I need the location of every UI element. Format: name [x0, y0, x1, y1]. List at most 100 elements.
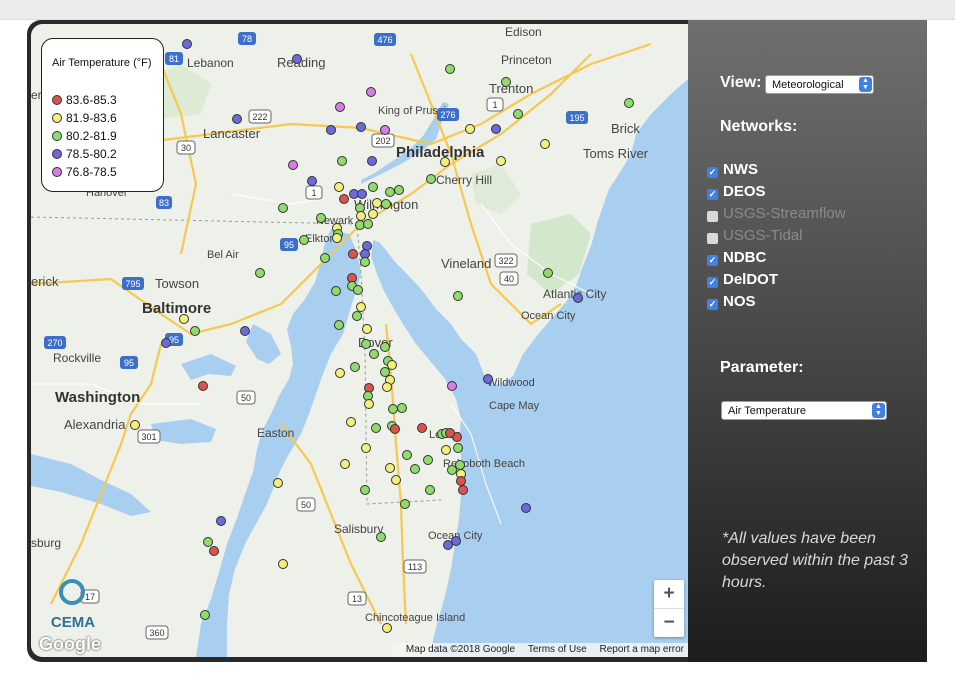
- station-marker[interactable]: [334, 182, 344, 192]
- station-marker[interactable]: [367, 156, 377, 166]
- station-marker[interactable]: [441, 445, 451, 455]
- network-checkbox-ndbc[interactable]: ✓ NDBC: [707, 249, 766, 267]
- station-marker[interactable]: [337, 156, 347, 166]
- station-marker[interactable]: [380, 367, 390, 377]
- station-marker[interactable]: [453, 443, 463, 453]
- station-marker[interactable]: [334, 320, 344, 330]
- station-marker[interactable]: [397, 403, 407, 413]
- station-marker[interactable]: [363, 219, 373, 229]
- station-marker[interactable]: [369, 349, 379, 359]
- station-marker[interactable]: [340, 459, 350, 469]
- station-marker[interactable]: [335, 102, 345, 112]
- station-marker[interactable]: [540, 139, 550, 149]
- station-marker[interactable]: [339, 194, 349, 204]
- station-marker[interactable]: [394, 185, 404, 195]
- station-marker[interactable]: [423, 455, 433, 465]
- station-marker[interactable]: [440, 157, 450, 167]
- network-checkbox-nos[interactable]: ✓ NOS: [707, 293, 756, 311]
- station-marker[interactable]: [455, 460, 465, 470]
- station-marker[interactable]: [200, 610, 210, 620]
- station-marker[interactable]: [624, 98, 634, 108]
- station-marker[interactable]: [496, 156, 506, 166]
- station-marker[interactable]: [443, 540, 453, 550]
- station-marker[interactable]: [372, 198, 382, 208]
- station-marker[interactable]: [521, 503, 531, 513]
- station-marker[interactable]: [445, 64, 455, 74]
- station-marker[interactable]: [445, 428, 455, 438]
- station-marker[interactable]: [360, 257, 370, 267]
- station-marker[interactable]: [331, 286, 341, 296]
- station-marker[interactable]: [360, 485, 370, 495]
- station-marker[interactable]: [353, 285, 363, 295]
- station-marker[interactable]: [371, 423, 381, 433]
- station-marker[interactable]: [362, 324, 372, 334]
- station-marker[interactable]: [161, 338, 171, 348]
- station-marker[interactable]: [346, 417, 356, 427]
- station-marker[interactable]: [361, 339, 371, 349]
- station-marker[interactable]: [356, 122, 366, 132]
- station-marker[interactable]: [326, 125, 336, 135]
- station-marker[interactable]: [380, 342, 390, 352]
- station-marker[interactable]: [232, 114, 242, 124]
- station-marker[interactable]: [320, 253, 330, 263]
- station-marker[interactable]: [299, 235, 309, 245]
- station-marker[interactable]: [356, 302, 366, 312]
- station-marker[interactable]: [368, 182, 378, 192]
- network-checkbox-nws[interactable]: ✓ NWS: [707, 161, 758, 179]
- station-marker[interactable]: [357, 189, 367, 199]
- station-marker[interactable]: [335, 368, 345, 378]
- station-marker[interactable]: [447, 465, 457, 475]
- station-marker[interactable]: [356, 211, 366, 221]
- report-map-error-link[interactable]: Report a map error: [600, 644, 684, 655]
- station-marker[interactable]: [382, 382, 392, 392]
- station-marker[interactable]: [465, 124, 475, 134]
- station-marker[interactable]: [381, 199, 391, 209]
- station-marker[interactable]: [364, 399, 374, 409]
- station-marker[interactable]: [307, 176, 317, 186]
- station-marker[interactable]: [501, 77, 511, 87]
- station-marker[interactable]: [182, 39, 192, 49]
- station-marker[interactable]: [190, 326, 200, 336]
- station-marker[interactable]: [288, 160, 298, 170]
- station-marker[interactable]: [316, 213, 326, 223]
- station-marker[interactable]: [203, 537, 213, 547]
- station-marker[interactable]: [382, 623, 392, 633]
- station-marker[interactable]: [425, 485, 435, 495]
- station-marker[interactable]: [216, 516, 226, 526]
- network-checkbox-deos[interactable]: ✓ DEOS: [707, 183, 766, 201]
- station-marker[interactable]: [387, 360, 397, 370]
- station-marker[interactable]: [350, 362, 360, 372]
- station-marker[interactable]: [273, 478, 283, 488]
- station-marker[interactable]: [198, 381, 208, 391]
- station-marker[interactable]: [402, 450, 412, 460]
- station-marker[interactable]: [385, 463, 395, 473]
- station-marker[interactable]: [391, 475, 401, 485]
- station-marker[interactable]: [380, 125, 390, 135]
- station-marker[interactable]: [426, 174, 436, 184]
- station-marker[interactable]: [543, 268, 553, 278]
- zoom-in-button[interactable]: +: [654, 580, 684, 608]
- station-marker[interactable]: [513, 109, 523, 119]
- station-marker[interactable]: [348, 249, 358, 259]
- station-marker[interactable]: [255, 268, 265, 278]
- station-marker[interactable]: [390, 424, 400, 434]
- station-marker[interactable]: [456, 476, 466, 486]
- station-marker[interactable]: [453, 291, 463, 301]
- station-marker[interactable]: [376, 532, 386, 542]
- station-marker[interactable]: [368, 209, 378, 219]
- station-marker[interactable]: [366, 87, 376, 97]
- network-checkbox-usgs-streamflow[interactable]: ✓USGS-Streamflow: [707, 205, 846, 223]
- terms-of-use-link[interactable]: Terms of Use: [528, 644, 587, 655]
- station-marker[interactable]: [361, 443, 371, 453]
- station-marker[interactable]: [352, 311, 362, 321]
- network-checkbox-usgs-tidal[interactable]: ✓USGS-Tidal: [707, 227, 802, 245]
- station-marker[interactable]: [278, 559, 288, 569]
- station-marker[interactable]: [388, 404, 398, 414]
- station-marker[interactable]: [240, 326, 250, 336]
- station-marker[interactable]: [209, 546, 219, 556]
- view-select[interactable]: Meteorological ▲ ▼: [765, 75, 874, 94]
- station-marker[interactable]: [332, 233, 342, 243]
- station-marker[interactable]: [385, 187, 395, 197]
- station-marker[interactable]: [292, 54, 302, 64]
- station-marker[interactable]: [400, 499, 410, 509]
